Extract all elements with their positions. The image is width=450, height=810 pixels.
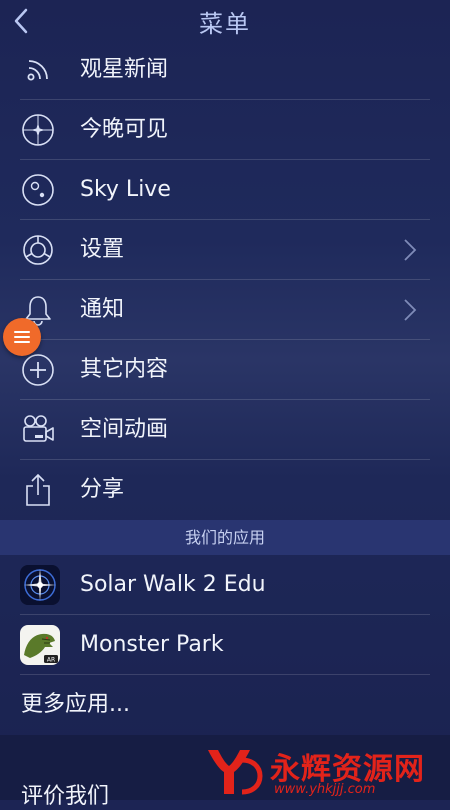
- menu-item-news[interactable]: 观星新闻: [0, 40, 450, 100]
- menu-item-label: 观星新闻: [80, 57, 169, 82]
- page-title: 菜单: [199, 10, 251, 38]
- svg-text:AR: AR: [47, 657, 55, 664]
- floating-menu-button[interactable]: [3, 318, 41, 356]
- share-icon: [26, 473, 50, 506]
- menu-item-tonight[interactable]: 今晚可见: [0, 100, 450, 160]
- watermark-url: www.yhkjjj.com: [274, 782, 376, 797]
- menu-item-label: 空间动画: [80, 417, 169, 442]
- watermark-logo-icon: [208, 750, 263, 795]
- more-apps-link[interactable]: 更多应用...: [21, 675, 130, 735]
- compass-icon: [22, 114, 54, 146]
- rss-icon: [27, 60, 48, 81]
- apps-list: Solar Walk 2 Edu AR Monster Park: [0, 555, 450, 675]
- menu-item-sky-live[interactable]: Sky Live: [0, 160, 450, 220]
- menu-item-label: 其它内容: [80, 357, 169, 382]
- chevron-right-icon: [404, 239, 417, 261]
- watermark: 永辉资源网 www.yhkjjj.com: [202, 740, 450, 800]
- header: 菜单: [0, 0, 450, 42]
- menu-list: 观星新闻 今晚可见 Sky Live 设置 通知 其它内容 空间动画 分享: [0, 40, 450, 520]
- app-label: Solar Walk 2 Edu: [80, 572, 266, 597]
- chevron-right-icon: [404, 299, 417, 321]
- solar-walk-app-icon: [20, 565, 60, 605]
- hamburger-icon: [14, 336, 30, 338]
- section-header-our-apps: 我们的应用: [0, 520, 450, 555]
- menu-item-label: Sky Live: [80, 177, 171, 202]
- app-label: Monster Park: [80, 632, 224, 657]
- menu-item-space-animation[interactable]: 空间动画: [0, 400, 450, 460]
- menu-item-label: 分享: [80, 477, 125, 502]
- video-camera-icon: [23, 415, 54, 442]
- app-item-solar-walk[interactable]: Solar Walk 2 Edu: [0, 555, 450, 615]
- menu-item-label: 通知: [80, 297, 125, 322]
- rate-us-link[interactable]: 评价我们: [21, 784, 109, 810]
- plus-circle-icon: [22, 354, 54, 386]
- moon-phase-icon: [22, 174, 54, 206]
- menu-item-other-content[interactable]: 其它内容: [0, 340, 450, 400]
- settings-icon: [23, 235, 53, 265]
- hamburger-icon: [14, 341, 30, 343]
- menu-item-share[interactable]: 分享: [0, 460, 450, 520]
- menu-item-label: 设置: [80, 237, 125, 262]
- hamburger-icon: [14, 331, 30, 333]
- menu-item-label: 今晚可见: [80, 117, 169, 142]
- app-item-monster-park[interactable]: AR Monster Park: [0, 615, 450, 675]
- menu-item-notifications[interactable]: 通知: [0, 280, 450, 340]
- monster-park-app-icon: AR: [20, 625, 60, 665]
- menu-item-settings[interactable]: 设置: [0, 220, 450, 280]
